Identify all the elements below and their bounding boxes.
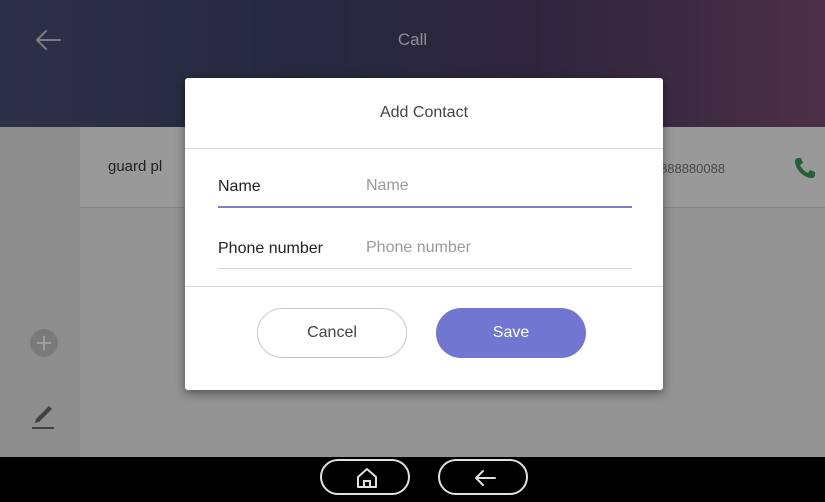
name-input[interactable] bbox=[366, 171, 628, 201]
name-field-row: Name bbox=[218, 166, 632, 208]
nav-home-button[interactable] bbox=[320, 459, 410, 495]
name-underline bbox=[218, 206, 632, 208]
system-nav-bar bbox=[0, 457, 825, 502]
name-label: Name bbox=[218, 178, 261, 195]
phone-field-row: Phone number bbox=[218, 228, 632, 270]
arrow-left-icon bbox=[475, 470, 496, 486]
dialog-title: Add Contact bbox=[185, 78, 663, 149]
phone-label: Phone number bbox=[218, 240, 323, 257]
save-button[interactable]: Save bbox=[436, 308, 586, 358]
phone-underline bbox=[218, 268, 632, 269]
nav-back-button[interactable] bbox=[438, 459, 528, 495]
home-icon bbox=[357, 468, 377, 488]
add-contact-dialog: Add Contact Name Phone number Cancel Sav… bbox=[185, 78, 663, 390]
cancel-button[interactable]: Cancel bbox=[257, 308, 407, 358]
dialog-footer: Cancel Save bbox=[185, 286, 663, 391]
phone-number-input[interactable] bbox=[366, 233, 628, 263]
